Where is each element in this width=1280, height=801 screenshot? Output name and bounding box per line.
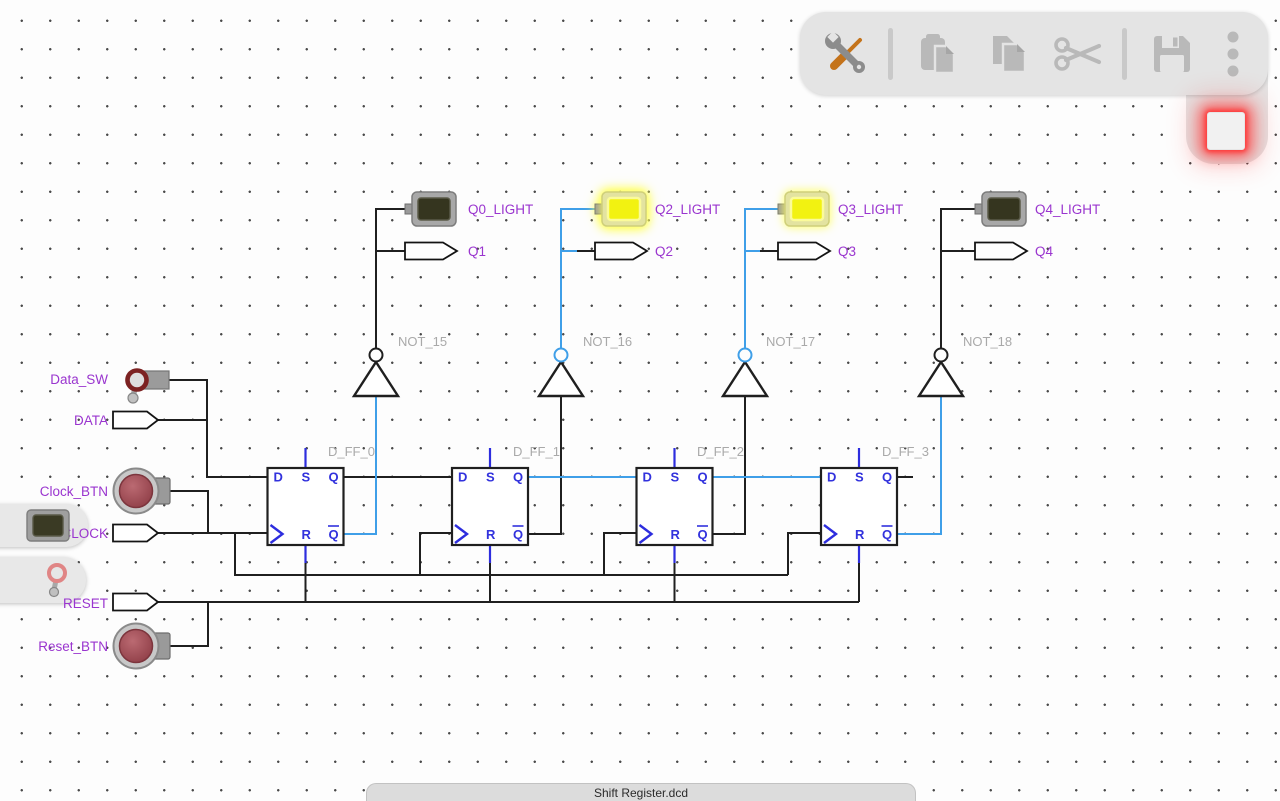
ff-name-2: D_FF_2 [697,444,744,459]
paste-button[interactable] [912,26,964,82]
ff-name-0: D_FF_0 [328,444,375,459]
not-gate-2[interactable] [723,349,767,397]
wire-not16-out [561,209,595,349]
output-pin-q3[interactable] [778,243,830,260]
save-button[interactable] [1146,26,1198,82]
wire-not17-out [745,209,778,349]
output-pin-q4[interactable] [975,243,1027,260]
data-switch[interactable] [128,371,170,404]
label-data-sw: Data_SW [50,372,108,387]
circuit-svg: D S Q R Q D S Q R Q D S Q R Q [0,0,1280,800]
toolbar-divider [888,28,893,80]
not-gate-1[interactable] [539,349,583,397]
ff-pin-d: D [643,470,652,485]
ff-pin-d: D [827,470,836,485]
wires-low[interactable] [158,209,975,646]
label-data: DATA [74,413,108,428]
led-palette-icon[interactable] [26,509,72,543]
wire-qbar1-not16 [528,397,561,534]
switch-palette-icon[interactable] [40,561,80,603]
not-name-1: NOT_16 [583,334,632,349]
wire-not18-out [941,209,975,349]
not-name-0: NOT_15 [398,334,447,349]
ff-pin-r: R [302,527,312,542]
ff-pin-s: S [671,470,680,485]
pin-label-q4: Q4 [1035,244,1054,259]
file-tab-label: Shift Register.dcd [594,786,688,800]
paste-icon [915,30,961,78]
ff-name-1: D_FF_1 [513,444,560,459]
ff-pin-d: D [274,470,283,485]
label-reset-btn: Reset_BTN [38,639,108,654]
not-name-2: NOT_17 [766,334,815,349]
not-name-3: NOT_18 [963,334,1012,349]
led-label-q4: Q4_LIGHT [1035,202,1100,217]
ff-pin-r: R [486,527,496,542]
flip-flop-1[interactable]: D S Q R Q [452,448,528,563]
tools-icon [820,30,868,78]
cut-icon [1053,31,1103,77]
ff-pin-r: R [671,527,681,542]
flip-flop-3[interactable]: D S Q R Q [821,448,897,563]
wire-qbar0-not15 [344,397,377,534]
ff-pin-qbar: Q [698,527,708,542]
ff-pin-s: S [486,470,495,485]
copy-icon [985,30,1031,78]
tools-button[interactable] [818,26,870,82]
label-clock-btn: Clock_BTN [40,484,108,499]
ff-pin-q: Q [329,470,339,485]
led-label-q2: Q2_LIGHT [655,202,720,217]
led-label-q0: Q0_LIGHT [468,202,533,217]
stop-simulation-button[interactable] [1207,112,1245,150]
more-options-button[interactable] [1216,26,1250,82]
ff-pin-s: S [302,470,311,485]
toolbar-divider [1122,28,1127,80]
wire-data [167,380,268,477]
ff-pin-r: R [855,527,865,542]
reset-push-button[interactable] [114,624,171,669]
toolbar [800,12,1268,95]
ff-pin-q: Q [513,470,523,485]
save-icon [1149,31,1195,77]
cut-button[interactable] [1052,26,1104,82]
copy-button[interactable] [982,26,1034,82]
ff-pin-qbar: Q [513,527,523,542]
wire-qbar3-not18 [897,397,941,534]
ff-pin-q: Q [698,470,708,485]
led-q0[interactable] [405,192,456,226]
led-q4[interactable] [975,192,1026,226]
pin-label-q1: Q1 [468,244,486,259]
circuit-canvas[interactable]: D S Q R Q D S Q R Q D S Q R Q [0,0,1280,800]
input-pin-data[interactable] [113,412,158,429]
not-gate-3[interactable] [919,349,963,397]
led-q2[interactable] [595,192,646,226]
more-options-icon [1226,30,1240,78]
output-pin-q1[interactable] [405,243,457,260]
ff-pin-qbar: Q [329,527,339,542]
wire-clock-riser-2 [604,533,637,575]
file-tab[interactable]: Shift Register.dcd [366,783,916,801]
led-q3[interactable] [778,192,829,226]
input-pin-reset[interactable] [113,594,158,611]
flip-flop-2[interactable]: D S Q R Q [637,448,713,563]
ff-pin-q: Q [882,470,892,485]
wire-not15-out [376,209,405,349]
pin-label-q2: Q2 [655,244,673,259]
wire-clock-riser-1 [420,533,452,575]
wire-qbar2-not17 [713,397,746,534]
ff-pin-d: D [458,470,467,485]
ff-name-3: D_FF_3 [882,444,929,459]
ff-pin-qbar: Q [882,527,892,542]
input-pin-clock[interactable] [113,525,158,542]
ff-pin-s: S [855,470,864,485]
output-pin-q2[interactable] [595,243,647,260]
flip-flop-0[interactable]: D S Q R Q [268,448,344,563]
not-gate-0[interactable] [354,349,398,397]
wire-clock-riser-3 [788,533,821,575]
clock-push-button[interactable] [114,469,171,514]
pin-label-q3: Q3 [838,244,856,259]
led-label-q3: Q3_LIGHT [838,202,903,217]
